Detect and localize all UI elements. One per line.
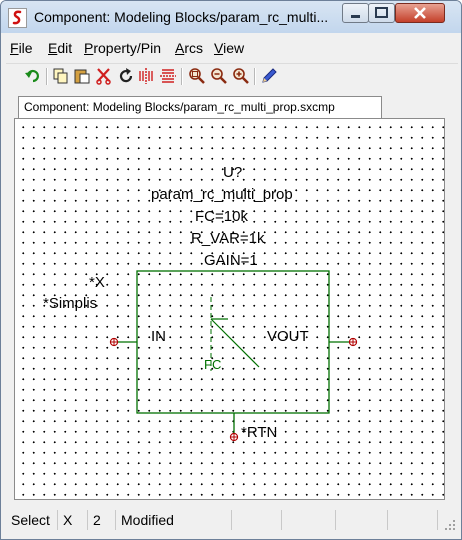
pin-in-label: IN xyxy=(151,328,166,345)
resize-grip-icon[interactable] xyxy=(444,518,456,530)
zoom-fit-icon[interactable] xyxy=(188,67,206,85)
close-icon xyxy=(414,7,426,19)
status-axis: X xyxy=(58,510,88,530)
menu-bar: File Edit Property/Pin Arcs View xyxy=(6,36,458,60)
cut-icon[interactable] xyxy=(95,67,113,85)
status-value: 2 xyxy=(88,510,116,530)
maximize-icon xyxy=(375,7,388,18)
rtn-pin-marker[interactable] xyxy=(229,432,239,442)
maximize-button[interactable] xyxy=(368,3,395,23)
fc-label: FC xyxy=(204,357,221,372)
x-label[interactable]: *X xyxy=(89,274,105,291)
zoom-out-icon[interactable] xyxy=(210,67,228,85)
toolbar-separator xyxy=(46,68,48,85)
status-bar: Select X 2 Modified xyxy=(6,507,458,533)
toolbar-separator xyxy=(254,68,256,85)
minimize-button[interactable] xyxy=(342,3,369,23)
ref-designator[interactable]: U? xyxy=(223,164,242,181)
in-pin-marker[interactable] xyxy=(109,337,119,347)
menu-view[interactable]: View xyxy=(214,40,244,56)
zoom-in-icon[interactable] xyxy=(232,67,250,85)
menu-edit[interactable]: Edit xyxy=(48,40,72,56)
status-cell-empty xyxy=(336,510,388,530)
menu-arcs[interactable]: Arcs xyxy=(175,40,203,56)
component-window: Component: Modeling Blocks/param_rc_mult… xyxy=(0,0,462,540)
status-cell-empty xyxy=(388,510,438,530)
pencil-icon[interactable] xyxy=(260,67,278,85)
tab-component-file[interactable]: Component: Modeling Blocks/param_rc_mult… xyxy=(18,96,382,118)
status-state: Modified xyxy=(116,510,232,530)
minimize-icon xyxy=(351,15,360,18)
close-button[interactable] xyxy=(395,3,445,23)
simplis-label[interactable]: *Simplis xyxy=(43,295,97,312)
param-r-var[interactable]: R_VAR=1k xyxy=(191,230,265,247)
param-fc[interactable]: FC=10k xyxy=(195,208,248,225)
copy-icon[interactable] xyxy=(52,67,70,85)
simetrix-s-icon[interactable] xyxy=(8,8,27,28)
window-title: Component: Modeling Blocks/param_rc_mult… xyxy=(34,9,329,25)
flip-icon[interactable] xyxy=(159,67,177,85)
menu-file[interactable]: File xyxy=(10,40,33,56)
rotate-icon[interactable] xyxy=(117,67,135,85)
menu-property-pin[interactable]: Property/Pin xyxy=(84,40,161,56)
mirror-icon[interactable] xyxy=(137,67,155,85)
status-mode: Select xyxy=(6,510,58,530)
paste-icon[interactable] xyxy=(73,67,91,85)
vout-pin-marker[interactable] xyxy=(348,337,358,347)
component-name[interactable]: param_rc_multi_prop xyxy=(151,186,293,203)
toolbar-separator xyxy=(181,68,183,85)
tab-label: Component: Modeling Blocks/param_rc_mult… xyxy=(24,100,335,114)
undo-icon[interactable] xyxy=(24,67,42,85)
schematic-canvas[interactable]: FC U? param_rc_multi_prop FC=10k R_VAR=1… xyxy=(14,118,445,500)
title-bar[interactable]: Component: Modeling Blocks/param_rc_mult… xyxy=(1,1,461,33)
pin-rtn-label[interactable]: *RTN xyxy=(241,424,277,441)
param-gain[interactable]: GAIN=1 xyxy=(204,252,258,269)
status-cell-empty xyxy=(232,510,282,530)
status-cell-empty xyxy=(282,510,336,530)
toolbar xyxy=(6,63,458,90)
pin-vout-label: VOUT xyxy=(267,328,309,345)
